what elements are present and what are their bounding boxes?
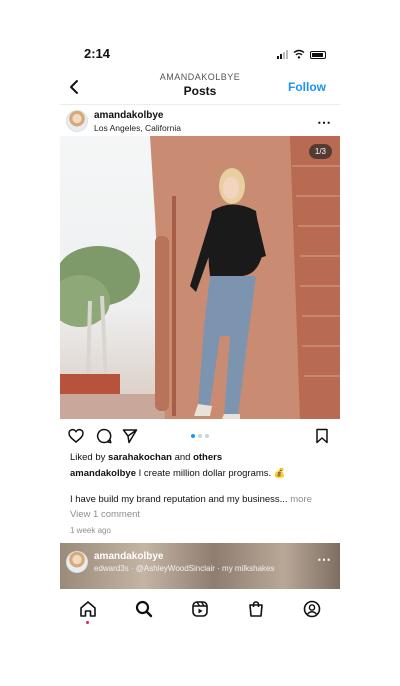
heart-icon[interactable] <box>68 428 84 444</box>
post-timestamp: 1 week ago <box>70 526 111 535</box>
more-horizontal-icon[interactable]: ⋯ <box>317 114 332 131</box>
phone-screen: 2:14 AMANDAKOLBYE Posts Follow amandakol… <box>60 38 340 638</box>
avatar[interactable] <box>66 551 88 573</box>
home-icon[interactable] <box>79 600 97 618</box>
wifi-icon <box>293 49 305 59</box>
post-username[interactable]: amandakolbye <box>94 110 163 121</box>
image-counter: 1/3 <box>308 144 332 159</box>
comment-icon[interactable] <box>96 428 112 444</box>
status-icons <box>277 49 326 59</box>
next-post-subtitle: edward3s · @AshleyWoodSinclair · my milk… <box>94 564 275 573</box>
header-divider <box>60 104 340 105</box>
caption-text: I create million dollar programs. 💰 <box>136 468 286 479</box>
carousel-dot <box>205 434 209 438</box>
notification-dot <box>86 621 89 624</box>
post-image[interactable]: 1/3 <box>60 136 340 419</box>
top-nav: AMANDAKOLBYE Posts Follow <box>60 72 340 102</box>
next-post-username[interactable]: amandakolbye <box>94 551 163 562</box>
more-link[interactable]: more <box>288 494 312 505</box>
reels-icon[interactable] <box>191 600 209 618</box>
next-post-preview[interactable]: amandakolbye edward3s · @AshleyWoodSincl… <box>60 543 340 589</box>
bookmark-icon[interactable] <box>314 428 330 444</box>
avatar[interactable] <box>66 110 88 132</box>
status-time: 2:14 <box>84 46 111 61</box>
post-actions <box>60 426 340 446</box>
profile-icon[interactable] <box>303 600 321 618</box>
liked-others-link[interactable]: others <box>193 452 222 463</box>
search-icon[interactable] <box>135 600 153 618</box>
carousel-dot-active <box>191 434 195 438</box>
caption-more-line: I have build my brand reputation and my … <box>70 494 332 506</box>
post-photo-illustration <box>60 136 340 419</box>
liked-and: and <box>171 452 194 463</box>
view-comments-link[interactable]: View 1 comment <box>70 509 332 521</box>
liked-by-prefix: Liked by <box>70 452 109 463</box>
shop-icon[interactable] <box>247 600 265 618</box>
cellular-signal-icon <box>277 49 288 59</box>
bottom-tab-bar <box>60 594 340 630</box>
post-location[interactable]: Los Angeles, California <box>94 123 181 133</box>
status-bar: 2:14 <box>60 46 340 64</box>
caption-username[interactable]: amandakolbye <box>70 468 136 479</box>
likes-line: Liked by sarahakochan and others <box>70 452 332 464</box>
caption-more-text: I have build my brand reputation and my … <box>70 494 288 505</box>
send-icon[interactable] <box>122 428 138 444</box>
battery-icon <box>310 51 326 59</box>
carousel-dot <box>198 434 202 438</box>
liked-user-link[interactable]: sarahakochan <box>108 452 172 463</box>
more-horizontal-icon[interactable]: ⋯ <box>317 551 332 568</box>
follow-button[interactable]: Follow <box>288 80 326 94</box>
caption-line: amandakolbye I create million dollar pro… <box>70 468 332 480</box>
carousel-indicator <box>191 434 209 438</box>
